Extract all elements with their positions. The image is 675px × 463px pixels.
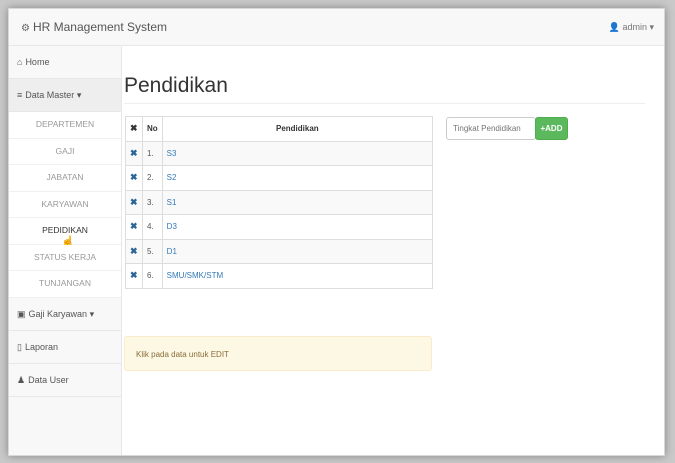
column-header-pendidikan: Pendidikan [161, 116, 434, 142]
row-pendidikan-link[interactable]: D1 [167, 247, 177, 256]
row-number: 1. [142, 140, 163, 166]
table-row[interactable]: ✖ 5. D1 [125, 238, 434, 264]
row-pendidikan-link[interactable]: SMU/SMK/STM [167, 271, 223, 280]
table-header-row: ✖ No Pendidikan [125, 116, 434, 142]
users-icon: ♟ [17, 374, 26, 385]
user-caret-icon: ▾ [649, 22, 654, 32]
sidebar-item-gaji-karyawan[interactable]: ▣ Gaji Karyawan ▾ [9, 298, 121, 331]
table-row[interactable]: ✖ 6. SMU/SMK/STM [125, 263, 434, 289]
home-icon: ⌂ [17, 57, 23, 67]
sidebar-item-label: Gaji Karyawan [28, 308, 88, 319]
page-title: Pendidikan [124, 74, 228, 97]
sidebar-item-data-user[interactable]: ♟ Data User [9, 364, 121, 397]
delete-icon[interactable]: ✖ [130, 197, 138, 207]
sidebar-subitem-tunjangan[interactable]: TUNJANGAN [9, 271, 121, 298]
sidebar-item-label: Data Master [25, 90, 75, 100]
pendidikan-table: ✖ No Pendidikan ✖ 1. S3 ✖ 2. S2 ✖ 3. S1 … [125, 116, 434, 289]
add-button-label: ADD [545, 124, 563, 133]
sidebar-item-label: Home [25, 57, 50, 67]
row-number: 5. [142, 238, 163, 264]
sidebar-subitem-jabatan[interactable]: JABATAN [9, 165, 121, 192]
sidebar-item-label: Data User [28, 374, 69, 385]
row-number: 6. [142, 263, 163, 289]
document-icon: ▯ [17, 341, 22, 352]
sidebar-item-data-master[interactable]: ≡ Data Master ▾ [9, 79, 121, 112]
sidebar-subitem-pedidikan[interactable]: PEDIDIKAN ☝ [9, 218, 121, 248]
row-pendidikan-link[interactable]: S3 [167, 149, 177, 158]
tingkat-pendidikan-input[interactable] [446, 117, 536, 140]
delete-icon[interactable]: ✖ [130, 172, 138, 182]
sidebar-item-label: Laporan [24, 341, 58, 352]
cogs-icon: ⚙ [21, 23, 30, 34]
money-icon: ▣ [17, 308, 26, 319]
sidebar: ⌂ Home ≡ Data Master ▾ DEPARTEMEN GAJI JAB… [9, 46, 122, 455]
row-pendidikan-link[interactable]: S1 [167, 198, 177, 207]
close-icon: ✖ [130, 123, 138, 134]
table-row[interactable]: ✖ 3. S1 [125, 189, 434, 215]
row-pendidikan-link[interactable]: D3 [167, 222, 177, 231]
sidebar-item-laporan[interactable]: ▯ Laporan [9, 331, 121, 364]
chevron-down-icon: ▾ [89, 308, 95, 319]
chevron-down-icon: ▾ [76, 90, 82, 100]
row-number: 4. [142, 214, 163, 240]
sidebar-item-home[interactable]: ⌂ Home [9, 46, 121, 79]
table-row[interactable]: ✖ 1. S3 [125, 140, 434, 166]
sidebar-subitem-departemen[interactable]: DEPARTEMEN [9, 112, 121, 139]
user-icon: 👤 [608, 22, 620, 32]
delete-icon[interactable]: ✖ [130, 270, 138, 280]
edit-hint-alert: Klik pada data untuk EDIT [124, 336, 432, 371]
user-menu[interactable]: 👤 admin ▾ [609, 9, 654, 45]
sidebar-subitem-status-kerja[interactable]: STATUS KERJA [9, 244, 121, 271]
delete-icon[interactable]: ✖ [130, 148, 138, 158]
sidebar-subitem-gaji[interactable]: GAJI [9, 138, 121, 165]
column-header-no: No [142, 116, 163, 142]
table-row[interactable]: ✖ 4. D3 [125, 214, 434, 240]
add-button[interactable]: +ADD [535, 117, 568, 140]
delete-column-header: ✖ [125, 116, 143, 142]
row-number: 2. [142, 165, 163, 191]
row-pendidikan-link[interactable]: S2 [167, 173, 177, 182]
database-icon: ≡ [17, 90, 23, 100]
user-name: admin [622, 22, 647, 32]
title-divider [124, 103, 645, 104]
sidebar-subitem-karyawan[interactable]: KARYAWAN [9, 191, 121, 218]
brand-link[interactable]: ⚙ HR Management System [21, 9, 167, 45]
table-row[interactable]: ✖ 2. S2 [125, 165, 434, 191]
delete-icon[interactable]: ✖ [130, 221, 138, 231]
row-number: 3. [142, 189, 163, 215]
delete-icon[interactable]: ✖ [130, 246, 138, 256]
brand-title: HR Management System [32, 20, 168, 34]
top-navbar: ⚙ HR Management System 👤 admin ▾ [9, 9, 664, 46]
